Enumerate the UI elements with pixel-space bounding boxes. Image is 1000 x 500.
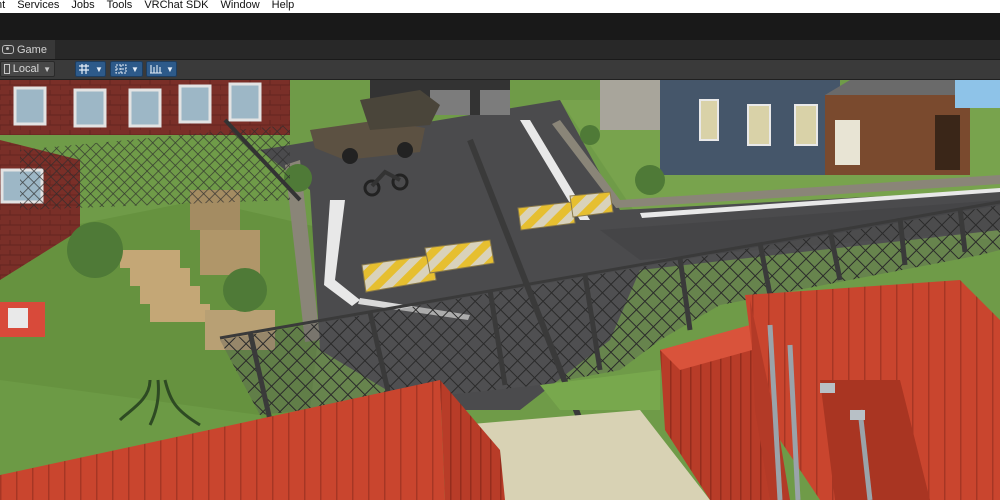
grid-visibility-icon [115,64,127,74]
tab-game-label: Game [17,43,47,56]
menu-item-component[interactable]: nt [0,0,11,11]
menu-item-vrchat-sdk[interactable]: VRChat SDK [138,0,214,11]
gamepad-icon [2,45,14,54]
local-space-icon [4,64,10,74]
menu-item-help[interactable]: Help [266,0,301,11]
game-viewport[interactable] [0,80,1000,500]
grid-snap-button[interactable]: ▼ [75,61,106,77]
chevron-down-icon: ▼ [95,64,103,74]
menu-item-services[interactable]: Services [11,0,65,11]
increment-snap-icon [150,65,163,74]
tab-game[interactable]: Game [0,40,55,59]
grid-visibility-button[interactable]: ▼ [110,61,143,77]
menu-item-tools[interactable]: Tools [101,0,139,11]
scene-toolbar: Local ▼ ▼ ▼ ▼ [0,60,1000,80]
main-toolbar [0,13,1000,40]
grid-snap-icon [79,64,90,74]
menu-bar: nt Services Jobs Tools VRChat SDK Window… [0,0,1000,13]
chevron-down-icon: ▼ [131,64,139,74]
menu-item-jobs[interactable]: Jobs [65,0,100,11]
window-tab-bar: Game [0,40,1000,60]
increment-snap-button[interactable]: ▼ [146,61,177,77]
pivot-space-label: Local [12,63,40,75]
chevron-down-icon: ▼ [166,64,174,74]
menu-item-window[interactable]: Window [215,0,266,11]
pivot-space-dropdown[interactable]: Local ▼ [0,61,55,77]
chevron-down-icon: ▼ [43,64,51,74]
game-scene-render [0,80,1000,500]
